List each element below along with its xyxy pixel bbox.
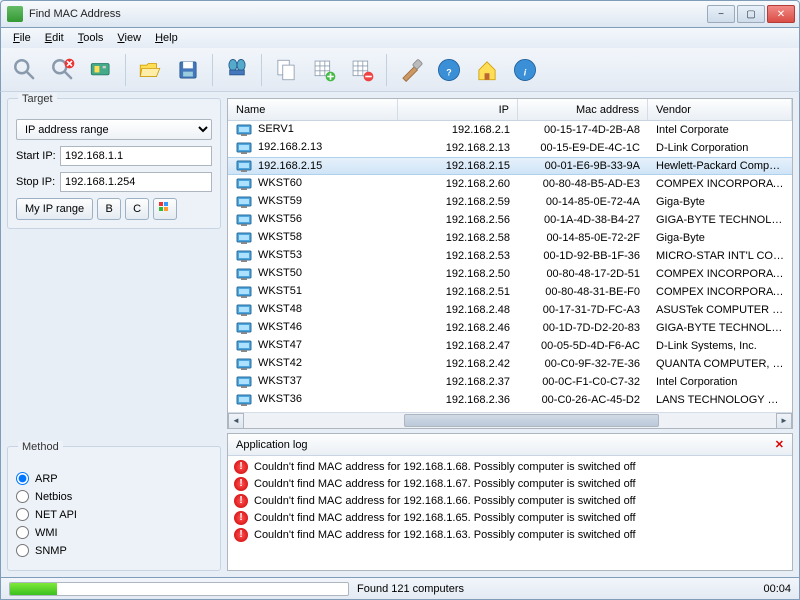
class-c-button[interactable]: C [125, 198, 149, 220]
method-option-netbios[interactable]: Netbios [16, 490, 212, 503]
maximize-button[interactable]: ▢ [737, 5, 765, 23]
stop-scan-button[interactable] [47, 54, 79, 86]
table-row[interactable]: WKST36192.168.2.3600-C0-26-AC-45-D2LANS … [228, 391, 792, 409]
nic-info-button[interactable] [85, 54, 117, 86]
method-panel: Method ARPNetbiosNET APIWMISNMP [7, 446, 221, 571]
about-button[interactable]: i [509, 54, 541, 86]
menu-help[interactable]: Help [149, 30, 184, 46]
menu-file[interactable]: File [7, 30, 37, 46]
start-ip-label: Start IP: [16, 150, 56, 162]
log-entry: !Couldn't find MAC address for 192.168.1… [228, 509, 792, 526]
table-add-button[interactable] [308, 54, 340, 86]
method-option-snmp[interactable]: SNMP [16, 544, 212, 557]
toolbar: ? i [0, 48, 800, 92]
log-title: Application log [236, 439, 308, 451]
help-button[interactable]: ? [433, 54, 465, 86]
table-row[interactable]: WKST48192.168.2.4800-17-31-7D-FC-A3ASUST… [228, 301, 792, 319]
svg-text:?: ? [446, 67, 451, 77]
error-icon: ! [234, 528, 248, 542]
column-name-header[interactable]: Name [228, 99, 398, 120]
error-icon: ! [234, 460, 248, 474]
save-button[interactable] [172, 54, 204, 86]
app-icon [7, 6, 23, 22]
table-row[interactable]: WKST46192.168.2.4600-1D-7D-D2-20-83GIGA-… [228, 319, 792, 337]
find-button[interactable] [221, 54, 253, 86]
minimize-button[interactable]: − [707, 5, 735, 23]
menu-tools[interactable]: Tools [72, 30, 110, 46]
log-panel: Application log ✕ !Couldn't find MAC add… [227, 433, 793, 571]
status-bar: Found 121 computers 00:04 [0, 578, 800, 600]
menu-bar: File Edit Tools View Help [0, 28, 800, 48]
target-mode-select[interactable]: IP address range [16, 119, 212, 140]
horizontal-scrollbar[interactable]: ◄ ► [228, 412, 792, 428]
menu-view[interactable]: View [111, 30, 147, 46]
table-row[interactable]: SERV1192.168.2.100-15-17-4D-2B-A8Intel C… [228, 121, 792, 139]
progress-bar [9, 582, 349, 596]
status-time: 00:04 [763, 583, 791, 595]
log-entry: !Couldn't find MAC address for 192.168.1… [228, 526, 792, 543]
column-vendor-header[interactable]: Vendor [648, 99, 792, 120]
title-bar: Find MAC Address − ▢ ✕ [0, 0, 800, 28]
table-row[interactable]: WKST59192.168.2.5900-14-85-0E-72-4AGiga-… [228, 193, 792, 211]
table-row[interactable]: WKST60192.168.2.6000-80-48-B5-AD-E3COMPE… [228, 175, 792, 193]
table-remove-button[interactable] [346, 54, 378, 86]
method-option-net-api[interactable]: NET API [16, 508, 212, 521]
table-row[interactable]: WKST37192.168.2.3700-0C-F1-C0-C7-32Intel… [228, 373, 792, 391]
copy-button[interactable] [270, 54, 302, 86]
class-b-button[interactable]: B [97, 198, 121, 220]
method-option-wmi[interactable]: WMI [16, 526, 212, 539]
target-panel-title: Target [18, 93, 57, 105]
table-row[interactable]: WKST56192.168.2.5600-1A-4D-38-B4-27GIGA-… [228, 211, 792, 229]
error-icon: ! [234, 511, 248, 525]
method-panel-title: Method [18, 441, 63, 453]
column-ip-header[interactable]: IP [398, 99, 518, 120]
open-button[interactable] [134, 54, 166, 86]
table-row[interactable]: WKST50192.168.2.5000-80-48-17-2D-51COMPE… [228, 265, 792, 283]
stop-ip-input[interactable] [60, 172, 212, 192]
target-panel: Target IP address range Start IP: Stop I… [7, 98, 221, 229]
settings-button[interactable] [395, 54, 427, 86]
method-option-arp[interactable]: ARP [16, 472, 212, 485]
home-button[interactable] [471, 54, 503, 86]
menu-edit[interactable]: Edit [39, 30, 70, 46]
table-row[interactable]: WKST53192.168.2.5300-1D-92-BB-1F-36MICRO… [228, 247, 792, 265]
log-entry: !Couldn't find MAC address for 192.168.1… [228, 458, 792, 475]
window-title: Find MAC Address [29, 8, 707, 20]
close-log-button[interactable]: ✕ [775, 438, 784, 451]
log-entry: !Couldn't find MAC address for 192.168.1… [228, 475, 792, 492]
log-entry: !Couldn't find MAC address for 192.168.1… [228, 492, 792, 509]
scan-button[interactable] [9, 54, 41, 86]
error-icon: ! [234, 494, 248, 508]
my-ip-range-button[interactable]: My IP range [16, 198, 93, 220]
color-palette-button[interactable] [153, 198, 177, 220]
stop-ip-label: Stop IP: [16, 176, 56, 188]
column-mac-header[interactable]: Mac address [518, 99, 648, 120]
table-row[interactable]: WKST58192.168.2.5800-14-85-0E-72-2FGiga-… [228, 229, 792, 247]
table-row[interactable]: WKST51192.168.2.5100-80-48-31-BE-F0COMPE… [228, 283, 792, 301]
table-row[interactable]: 192.168.2.13192.168.2.1300-15-E9-DE-4C-1… [228, 139, 792, 157]
table-row[interactable]: WKST47192.168.2.4700-05-5D-4D-F6-ACD-Lin… [228, 337, 792, 355]
table-row[interactable]: WKST42192.168.2.4200-C0-9F-32-7E-36QUANT… [228, 355, 792, 373]
table-row[interactable]: 192.168.2.15192.168.2.1500-01-E6-9B-33-9… [228, 157, 792, 175]
close-button[interactable]: ✕ [767, 5, 795, 23]
results-table: Name IP Mac address Vendor SERV1192.168.… [227, 98, 793, 429]
error-icon: ! [234, 477, 248, 491]
start-ip-input[interactable] [60, 146, 212, 166]
status-found: Found 121 computers [357, 583, 464, 595]
